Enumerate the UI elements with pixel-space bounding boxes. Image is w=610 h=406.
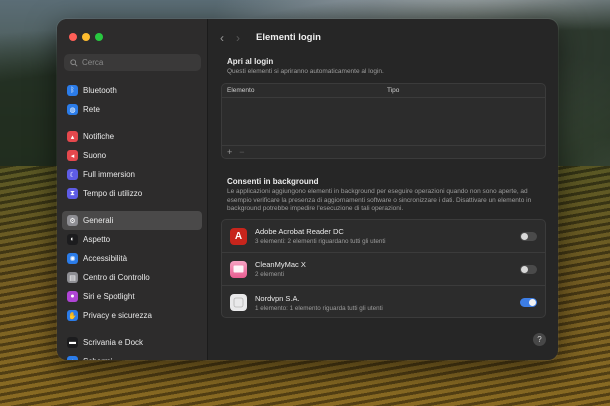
item-name: Adobe Acrobat Reader DC xyxy=(255,227,344,236)
background-items-list: A Adobe Acrobat Reader DC 3 elementi: 2 e… xyxy=(221,219,546,318)
open-at-login-title: Apri al login xyxy=(227,57,274,66)
control-center-icon: ▤ xyxy=(67,272,78,283)
main-pane: ‹ › Elementi login Apri al login Questi … xyxy=(208,19,558,360)
item-name: Nordvpn S.A. xyxy=(255,293,300,303)
sidebar: ᛒ Bluetooth ◍ Rete ▴ Notifiche ◂ Suono ☾ Full imm… xyxy=(57,19,208,360)
sidebar-item-privacy-e-sicurezza[interactable]: ✋ Privacy e sicurezza xyxy=(62,306,202,325)
appearance-icon: ◐ xyxy=(67,234,78,245)
nordvpn-icon xyxy=(230,294,247,311)
forward-chevron-icon[interactable]: › xyxy=(236,32,240,44)
item-description: 3 elementi: 2 elementi riguardano tutti … xyxy=(255,238,386,245)
page-title: Elementi login xyxy=(256,32,321,43)
list-item: CleanMyMac X 2 elementi xyxy=(222,253,545,286)
cleanmymac-icon xyxy=(230,260,247,278)
hand-icon: ✋ xyxy=(67,310,78,321)
sidebar-item-notifiche[interactable]: ▴ Notifiche xyxy=(62,127,202,146)
settings-window: ᛒ Bluetooth ◍ Rete ▴ Notifiche ◂ Suono ☾ Full imm… xyxy=(57,19,558,360)
accessibility-icon: ✺ xyxy=(67,253,78,264)
column-header-element[interactable]: Elemento xyxy=(222,87,387,94)
sidebar-item-label: Rete xyxy=(83,105,100,114)
sidebar-item-rete[interactable]: ◍ Rete xyxy=(62,100,202,119)
toolbar: ‹ › Elementi login xyxy=(220,32,321,44)
sidebar-item-label: Siri e Spotlight xyxy=(83,292,135,301)
bluetooth-icon: ᛒ xyxy=(67,85,78,96)
sidebar-item-label: Tempo di utilizzo xyxy=(83,189,143,198)
sidebar-item-suono[interactable]: ◂ Suono xyxy=(62,146,202,165)
remove-item-button[interactable]: − xyxy=(239,147,244,157)
sidebar-item-label: Generali xyxy=(83,216,114,225)
hourglass-icon: ⧗ xyxy=(67,188,78,199)
item-name: CleanMyMac X xyxy=(255,260,306,269)
item-text: CleanMyMac X 2 elementi xyxy=(255,260,520,278)
gear-icon: ⚙ xyxy=(67,215,78,226)
sidebar-item-label: Suono xyxy=(83,151,107,160)
sidebar-item-scrivania-e-dock[interactable]: ▬ Scrivania e Dock xyxy=(62,333,202,352)
sidebar-item-label: Notifiche xyxy=(83,132,115,141)
sidebar-item-siri-e-spotlight[interactable]: ● Siri e Spotlight xyxy=(62,287,202,306)
sidebar-item-bluetooth[interactable]: ᛒ Bluetooth xyxy=(62,81,202,100)
search-field[interactable] xyxy=(64,54,201,71)
sidebar-item-label: Scrivania e Dock xyxy=(83,338,144,347)
traffic-lights xyxy=(69,33,103,41)
globe-icon: ◍ xyxy=(67,104,78,115)
background-toggle[interactable] xyxy=(520,298,537,307)
speaker-icon: ◂ xyxy=(67,150,78,161)
sidebar-item-generali[interactable]: ⚙ Generali xyxy=(62,211,202,230)
sidebar-item-full-immersion[interactable]: ☾ Full immersion xyxy=(62,165,202,184)
list-item: Nordvpn S.A. 1 elemento: 1 elemento rigu… xyxy=(222,286,545,319)
zoom-button[interactable] xyxy=(95,33,103,41)
sidebar-item-label: Aspetto xyxy=(83,235,111,244)
background-title: Consenti in background xyxy=(227,177,319,186)
sidebar-item-label: Full immersion xyxy=(83,170,136,179)
list-item: A Adobe Acrobat Reader DC 3 elementi: 2 e… xyxy=(222,220,545,253)
background-subtitle: Le applicazioni aggiungono elementi in b… xyxy=(227,188,532,212)
bell-icon: ▴ xyxy=(67,131,78,142)
item-description: 1 elemento: 1 elemento riguarda tutti gl… xyxy=(255,304,383,312)
toggle-knob xyxy=(521,232,528,240)
toggle-knob xyxy=(529,299,536,306)
back-chevron-icon[interactable]: ‹ xyxy=(220,32,224,44)
background-toggle[interactable] xyxy=(520,231,537,241)
table-footer: + − xyxy=(222,145,545,158)
siri-icon: ● xyxy=(67,291,78,302)
sidebar-item-centro-di-controllo[interactable]: ▤ Centro di Controllo xyxy=(62,268,202,287)
dock-icon: ▬ xyxy=(67,337,78,348)
minimize-button[interactable] xyxy=(82,33,90,41)
display-icon: ☼ xyxy=(67,356,78,360)
sidebar-item-schermi[interactable]: ☼ Schermi xyxy=(62,352,202,360)
sidebar-item-label: Bluetooth xyxy=(83,86,117,95)
moon-icon: ☾ xyxy=(67,169,78,180)
sidebar-nav: ᛒ Bluetooth ◍ Rete ▴ Notifiche ◂ Suono ☾ Full imm… xyxy=(62,81,202,360)
item-description: 2 elementi xyxy=(255,271,285,278)
add-item-button[interactable]: + xyxy=(227,147,232,157)
table-header: Elemento Tipo xyxy=(222,84,545,98)
item-text: Adobe Acrobat Reader DC 3 elementi: 2 el… xyxy=(255,227,520,245)
background-toggle[interactable] xyxy=(520,264,537,274)
item-text: Nordvpn S.A. 1 elemento: 1 elemento rigu… xyxy=(255,294,520,312)
open-at-login-subtitle: Questi elementi si apriranno automaticam… xyxy=(227,68,384,75)
sidebar-item-label: Centro di Controllo xyxy=(83,273,150,282)
close-button[interactable] xyxy=(69,33,77,41)
sidebar-item-accessibilit-[interactable]: ✺ Accessibilità xyxy=(62,249,202,268)
sidebar-item-tempo-di-utilizzo[interactable]: ⧗ Tempo di utilizzo xyxy=(62,184,202,203)
sidebar-item-label: Schermi xyxy=(83,357,112,360)
column-header-type[interactable]: Tipo xyxy=(387,87,399,94)
sidebar-item-label: Privacy e sicurezza xyxy=(83,311,152,320)
search-input[interactable] xyxy=(82,58,182,67)
sidebar-item-label: Accessibilità xyxy=(83,254,128,263)
search-icon xyxy=(70,58,78,67)
help-button[interactable]: ? xyxy=(533,333,546,346)
acrobat-icon: A xyxy=(230,227,247,245)
login-items-table[interactable]: Elemento Tipo + − xyxy=(221,83,546,159)
toggle-knob xyxy=(521,265,528,273)
sidebar-item-aspetto[interactable]: ◐ Aspetto xyxy=(62,230,202,249)
